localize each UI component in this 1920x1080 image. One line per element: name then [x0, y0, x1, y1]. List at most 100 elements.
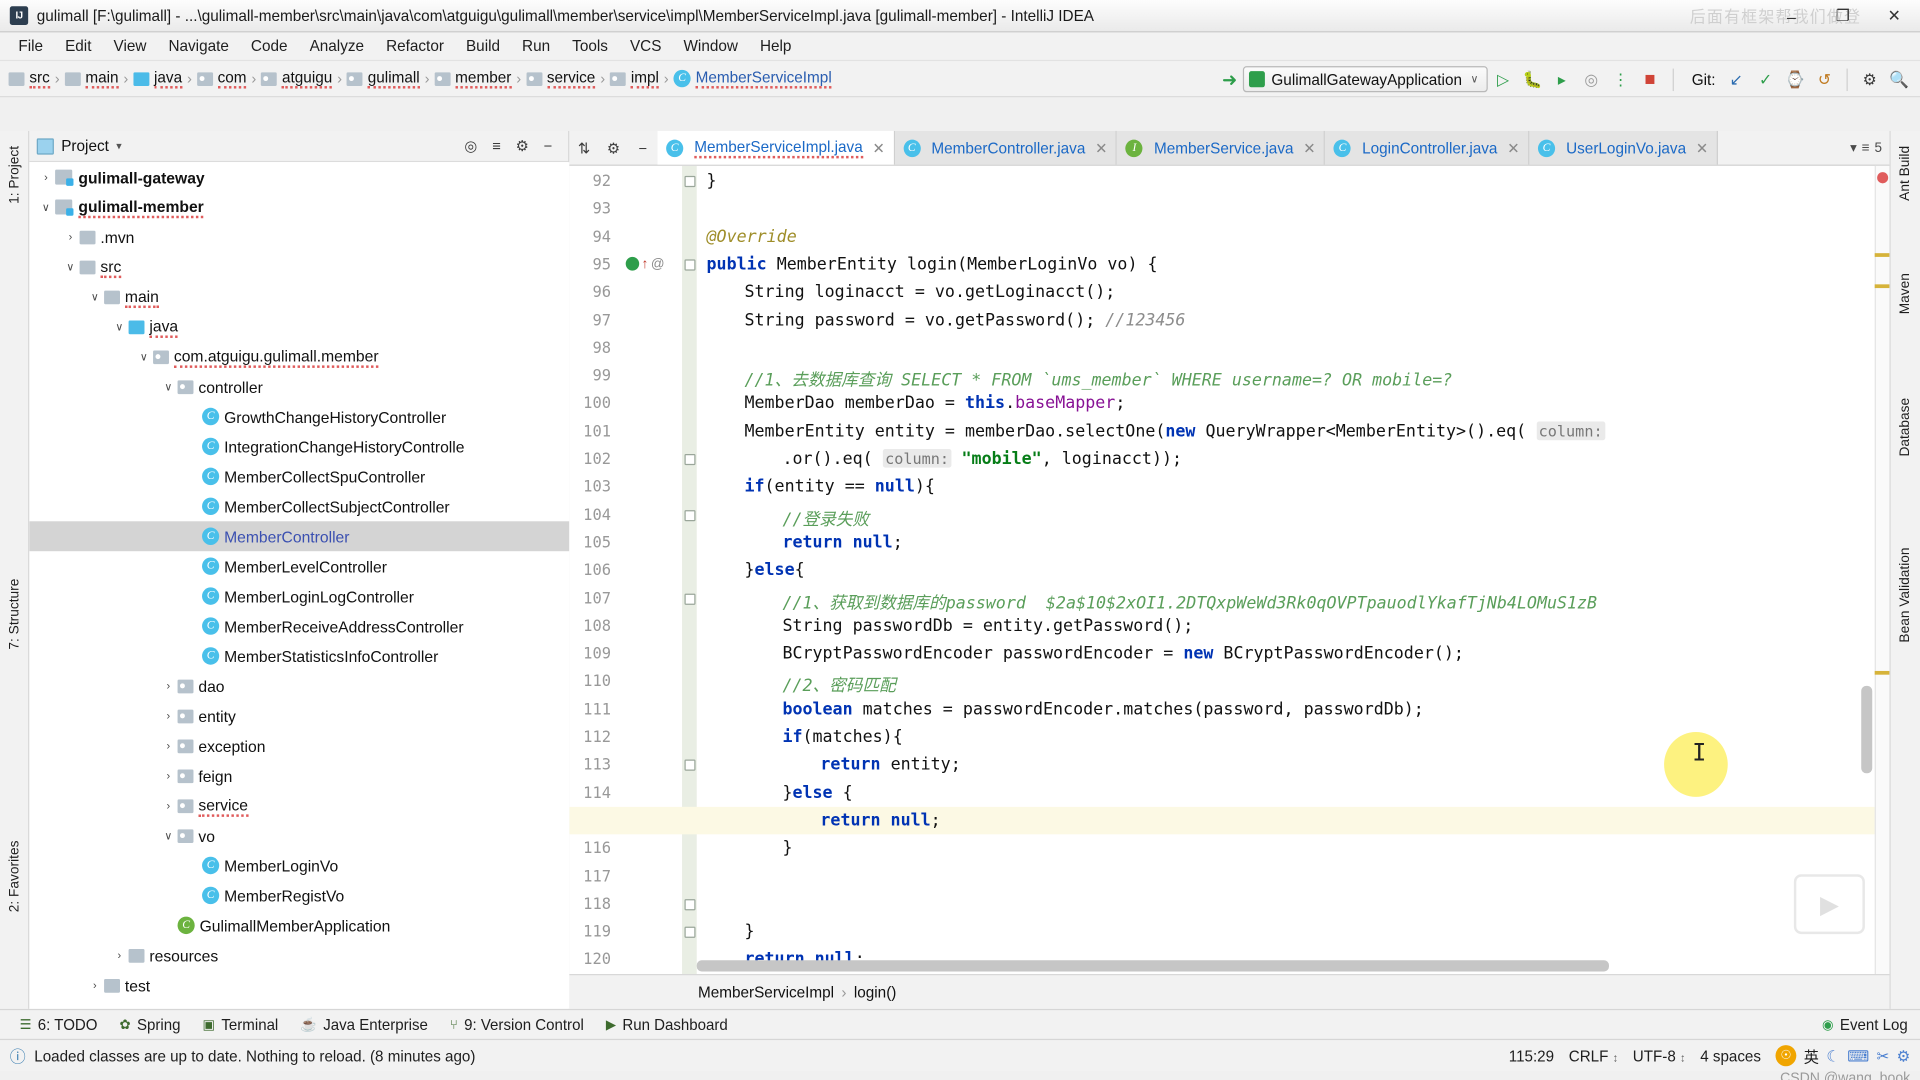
horizontal-scrollbar[interactable] — [696, 960, 1609, 972]
menu-item-view[interactable]: View — [102, 35, 157, 57]
tree-node[interactable]: ›CMemberCollectSpuController — [29, 461, 569, 491]
menu-item-code[interactable]: Code — [240, 35, 299, 57]
tool-window-tab-favorites[interactable]: 2: Favorites — [0, 836, 29, 918]
tool-window-tab-antbuild[interactable]: Ant Build — [1891, 141, 1920, 206]
close-icon[interactable]: ✕ — [1303, 139, 1315, 156]
tree-node[interactable]: ∨ gulimall-member — [29, 192, 569, 222]
git-update-icon[interactable]: ↙ — [1723, 65, 1750, 92]
tools-icon[interactable]: ✂ — [1877, 1046, 1890, 1065]
breadcrumb-service[interactable]: service — [522, 67, 599, 89]
tree-node[interactable]: ›CMemberLoginLogController — [29, 581, 569, 611]
fold-marker[interactable] — [684, 509, 696, 521]
tree-node[interactable]: › dao — [29, 671, 569, 701]
locate-icon[interactable]: ◎ — [458, 133, 484, 159]
tree-node[interactable]: ∨ vo — [29, 821, 569, 851]
fold-marker[interactable] — [684, 453, 696, 466]
chevron-right-icon[interactable]: › — [37, 171, 55, 183]
debug-icon[interactable]: 🐛 — [1519, 65, 1546, 92]
menu-item-vcs[interactable]: VCS — [619, 35, 673, 57]
menu-item-analyze[interactable]: Analyze — [299, 35, 376, 57]
back-arrow-icon[interactable]: ➜ — [1219, 67, 1241, 92]
code-line[interactable]: return null; — [707, 532, 902, 552]
collapse-all-icon[interactable]: ≡ — [484, 133, 510, 159]
chevron-right-icon[interactable]: › — [159, 769, 177, 781]
warning-stripe-3[interactable] — [1874, 670, 1890, 675]
code-line[interactable]: if(entity == null){ — [707, 477, 934, 497]
tool-window-tab-maven[interactable]: Maven — [1891, 268, 1920, 319]
code-line[interactable]: }else{ — [707, 560, 804, 580]
chevron-right-icon[interactable]: › — [110, 949, 128, 961]
file-encoding[interactable]: UTF-8 ↕ — [1633, 1047, 1686, 1064]
tree-node[interactable]: ∨ java — [29, 312, 569, 342]
tree-node[interactable]: ›CGrowthChangeHistoryController — [29, 402, 569, 432]
code-line[interactable]: BCryptPasswordEncoder passwordEncoder = … — [707, 644, 1463, 664]
search-everywhere-icon[interactable]: 🔍 — [1886, 65, 1913, 92]
tree-node[interactable]: › gulimall-gateway — [29, 162, 569, 192]
tree-node[interactable]: ›CMemberLoginVo — [29, 851, 569, 881]
tree-node[interactable]: › exception — [29, 731, 569, 761]
fold-marker[interactable] — [684, 175, 696, 188]
tree-node[interactable]: ›CMemberStatisticsInfoController — [29, 641, 569, 671]
editor-tab-membercontroller-java[interactable]: C MemberController.java ✕ — [894, 130, 1118, 165]
close-icon[interactable]: ✕ — [1696, 139, 1708, 156]
menu-item-refactor[interactable]: Refactor — [375, 35, 455, 57]
ime-indicator[interactable]: ☉ 英 ☾ ⌨ ✂ ⚙ — [1775, 1044, 1911, 1067]
error-marker[interactable] — [1877, 172, 1889, 184]
editor-tab-memberserviceimpl-java[interactable]: C MemberServiceImpl.java ✕ — [657, 130, 895, 165]
chevron-right-icon[interactable]: › — [61, 231, 79, 243]
code-line[interactable]: .or().eq( column: "mobile", loginacct)); — [707, 448, 1182, 469]
menu-item-edit[interactable]: Edit — [54, 35, 102, 57]
line-separator[interactable]: CRLF ↕ — [1569, 1047, 1618, 1064]
tree-node[interactable]: ›CMemberLevelController — [29, 551, 569, 581]
indent-setting[interactable]: 4 spaces — [1700, 1047, 1761, 1064]
breadcrumb-memberserviceimpl[interactable]: C MemberServiceImpl — [670, 67, 835, 89]
chevron-down-icon[interactable]: ∨ — [37, 200, 55, 214]
override-method-marker[interactable] — [625, 257, 640, 272]
code-line[interactable]: public MemberEntity login(MemberLoginVo … — [707, 254, 1158, 274]
tree-node[interactable]: ›CIntegrationChangeHistoryControlle — [29, 432, 569, 462]
tree-node[interactable]: › resources — [29, 940, 569, 970]
code-folding-gutter[interactable] — [682, 165, 697, 974]
breadcrumb-gulimall[interactable]: gulimall — [343, 67, 423, 89]
breadcrumb-method[interactable]: login() — [854, 983, 897, 1000]
code-line[interactable]: String passwordDb = entity.getPassword()… — [707, 616, 1193, 636]
hide-icon[interactable]: − — [628, 131, 657, 165]
minimize-button[interactable]: – — [1766, 0, 1817, 32]
settings-icon[interactable]: ⚙ — [1856, 65, 1883, 92]
close-button[interactable]: ✕ — [1869, 0, 1920, 32]
code-line[interactable]: //1、获取到数据库的password $2a$10$2xOI1.2DTQxpW… — [707, 588, 1597, 613]
git-commit-icon[interactable]: ✓ — [1752, 65, 1779, 92]
tool-window-tab-structure[interactable]: 7: Structure — [0, 574, 29, 655]
run-with-coverage-icon[interactable]: ▸ — [1548, 65, 1575, 92]
code-viewport[interactable]: 92 93 94 95 96 97 98 99 100 101 102 103 104 105 106 107… — [569, 165, 1890, 974]
tree-node[interactable]: ›CGulimallMemberApplication — [29, 910, 569, 940]
chevron-right-icon[interactable]: › — [159, 710, 177, 722]
chevron-right-icon[interactable]: › — [159, 799, 177, 811]
tree-node-selected[interactable]: ›CMemberController — [29, 521, 570, 552]
chevron-right-icon[interactable]: › — [184, 500, 202, 512]
error-stripe-marker-bar[interactable] — [1874, 165, 1890, 974]
fold-marker[interactable] — [684, 593, 696, 605]
code-content[interactable]: } @Override public MemberEntity login(Memb… — [569, 166, 1890, 974]
tree-node[interactable]: ∨ controller — [29, 372, 569, 402]
fold-marker[interactable] — [684, 926, 696, 938]
run-icon[interactable]: ▷ — [1490, 65, 1517, 92]
chevron-down-icon[interactable]: ∨ — [159, 829, 177, 843]
tool-window-button-todo[interactable]: ☰ 6: TODO — [10, 1013, 108, 1035]
chevron-right-icon[interactable]: › — [184, 470, 202, 482]
chevron-right-icon[interactable]: › — [184, 440, 202, 452]
code-line[interactable]: } — [707, 922, 754, 942]
menu-item-run[interactable]: Run — [511, 35, 561, 57]
code-line[interactable]: String loginacct = vo.getLoginacct(); — [707, 282, 1115, 302]
tree-node[interactable]: › service — [29, 791, 569, 821]
breadcrumb-main[interactable]: main — [61, 67, 122, 89]
stop-icon[interactable]: ■ — [1637, 65, 1664, 92]
implements-arrow-icon[interactable]: ↑ — [642, 257, 649, 272]
chevron-down-icon[interactable]: ∨ — [61, 260, 79, 274]
fold-marker[interactable] — [684, 259, 696, 271]
code-line[interactable]: MemberDao memberDao = this.baseMapper; — [707, 393, 1125, 413]
breadcrumb-com[interactable]: com — [193, 67, 250, 89]
settings-icon[interactable]: ⚙ — [1897, 1046, 1911, 1065]
collapse-icon[interactable]: ⇅ — [569, 131, 598, 165]
close-icon[interactable]: ✕ — [873, 139, 885, 156]
